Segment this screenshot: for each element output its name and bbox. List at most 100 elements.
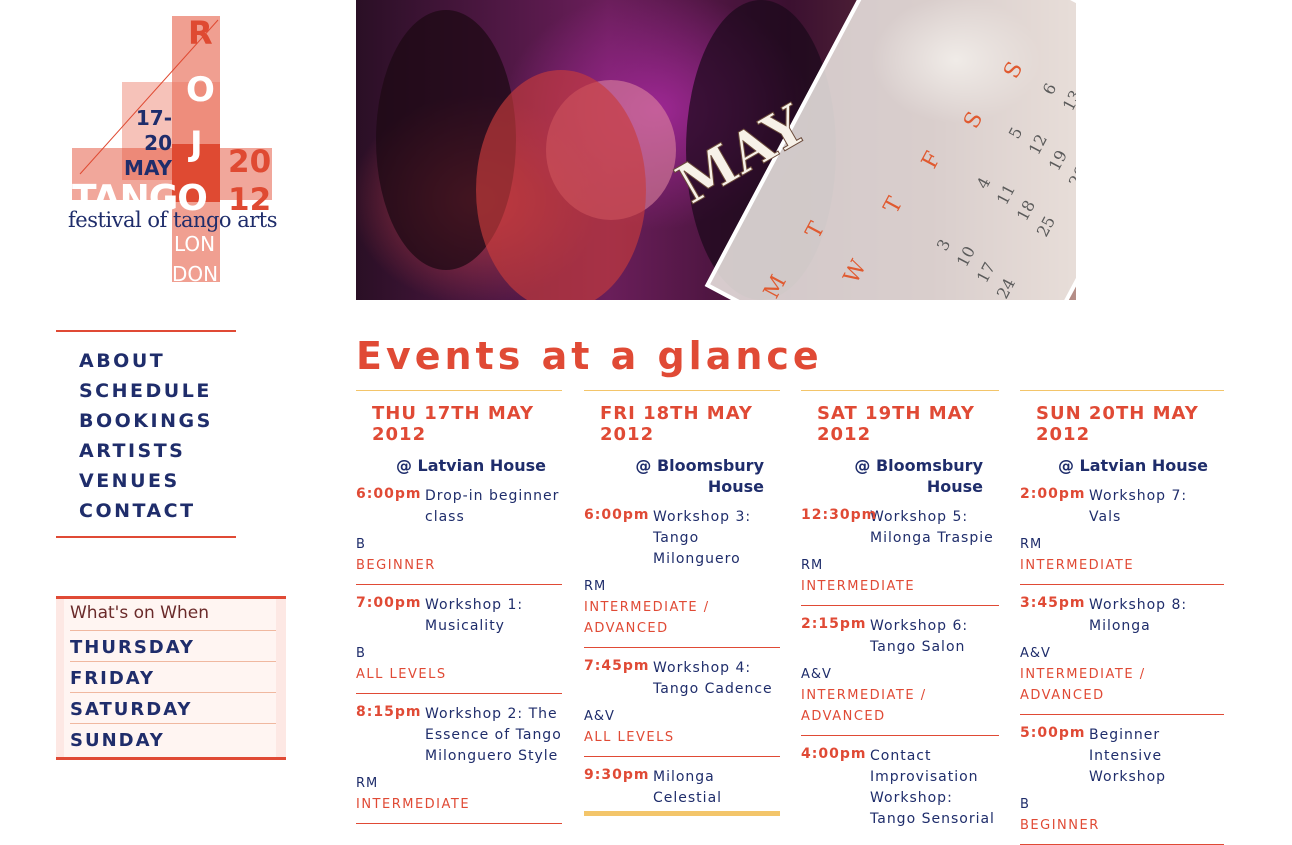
calendar-day-number: 3 — [933, 236, 955, 254]
event-item[interactable]: 7:00pm Workshop 1: Musicality B ALL LEVELS — [356, 585, 562, 694]
calendar-day-number: 18 — [1013, 197, 1039, 224]
event-item[interactable]: 2:00pm Workshop 7: Vals RM INTERMEDIATE — [1020, 476, 1224, 585]
event-day-column: FRI 18TH MAY 2012 @ Bloomsbury House 6:00p… — [584, 390, 780, 816]
event-time: 12:30pm — [801, 507, 878, 523]
calendar-day-number: 25 — [1033, 213, 1059, 240]
logo-city-part1: LON — [174, 232, 216, 256]
event-name: Workshop 3: Tango Milonguero — [653, 509, 752, 567]
whats-on-when-panel: What's on When THURSDAY FRIDAY SATURDAY … — [56, 596, 286, 760]
event-venue[interactable]: @ Bloomsbury House — [584, 455, 780, 497]
event-day-heading: SUN 20TH MAY 2012 — [1036, 403, 1199, 445]
event-time: 3:45pm — [1020, 595, 1086, 611]
nav-item-about[interactable]: ABOUT — [79, 346, 236, 376]
event-item[interactable]: 9:30pm Milonga Celestial — [584, 757, 780, 816]
event-venue[interactable]: @ Latvian House — [356, 455, 562, 476]
event-item[interactable]: 3:45pm Workshop 8: Milonga A&V INTERMEDIATE… — [1020, 585, 1224, 715]
svg-text:MAY: MAY — [666, 91, 818, 216]
event-name: Workshop 2: The Essence of Tango Milongu… — [425, 706, 562, 764]
event-day-column: SUN 20TH MAY 2012 @ Latvian House 2:00pm Wo… — [1020, 390, 1224, 845]
event-name: Contact Improvisation Workshop: Tango Se… — [870, 748, 995, 827]
event-level: INTERMEDIATE / ADVANCED — [801, 688, 927, 724]
calendar-day-number: 26 — [1065, 163, 1076, 190]
event-room: A&V — [801, 667, 832, 682]
whats-on-day-sunday[interactable]: SUNDAY — [70, 723, 276, 754]
whats-on-when-title: What's on When — [70, 603, 209, 623]
event-item[interactable]: 8:15pm Workshop 2: The Essence of Tango M… — [356, 694, 562, 824]
calendar-day-number: 5 — [1005, 124, 1027, 142]
calendar-weekday-letter: T — [879, 193, 908, 218]
nav-item-artists[interactable]: ARTISTS — [79, 436, 236, 466]
event-level: BEGINNER — [1020, 818, 1100, 833]
event-time: 6:00pm — [356, 486, 422, 502]
event-venue[interactable]: @ Latvian House — [1020, 455, 1224, 476]
event-venue[interactable]: @ Bloomsbury House — [801, 455, 999, 497]
event-level: INTERMEDIATE / ADVANCED — [1020, 667, 1146, 703]
nav-item-schedule[interactable]: SCHEDULE — [79, 376, 236, 406]
logo-subtitle: festival of tango arts — [68, 208, 278, 232]
whats-on-day-friday[interactable]: FRIDAY — [70, 661, 276, 692]
logo-letter-r: R — [188, 14, 213, 52]
event-day-heading: THU 17TH MAY 2012 — [372, 403, 535, 445]
calendar-day-number: 12 — [1025, 131, 1051, 158]
event-time: 6:00pm — [584, 507, 650, 523]
calendar-day-number: 19 — [1045, 147, 1071, 174]
event-room: B — [356, 537, 366, 552]
event-day-heading: FRI 18TH MAY 2012 — [600, 403, 753, 445]
event-room: B — [356, 646, 366, 661]
event-level: INTERMEDIATE — [356, 797, 471, 812]
event-room: A&V — [1020, 646, 1051, 661]
logo-letter-j: J — [190, 124, 203, 164]
event-name: Milonga Celestial — [653, 769, 723, 806]
hero-calendar-letters: MAY MTWTFSS 3101724411182551219266132027 — [665, 58, 1076, 300]
hero-photo: MAY MTWTFSS 3101724411182551219266132027 — [356, 0, 1076, 300]
event-level: INTERMEDIATE — [1020, 558, 1135, 573]
event-room: RM — [1020, 537, 1043, 552]
event-item[interactable]: 5:00pm Beginner Intensive Workshop B BEGINN… — [1020, 715, 1224, 845]
calendar-day-number: 11 — [993, 181, 1019, 208]
event-time: 7:00pm — [356, 595, 422, 611]
event-item[interactable]: 6:00pm Workshop 3: Tango Milonguero RM INTE… — [584, 497, 780, 648]
calendar-day-number: 6 — [1039, 80, 1061, 98]
nav-item-venues[interactable]: VENUES — [79, 466, 236, 496]
whats-on-day-saturday[interactable]: SATURDAY — [70, 692, 276, 723]
event-name: Beginner Intensive Workshop — [1089, 727, 1167, 785]
calendar-weekday-letter: M — [759, 271, 792, 300]
event-time: 2:00pm — [1020, 486, 1086, 502]
event-name: Workshop 6: Tango Salon — [870, 618, 969, 655]
event-room: RM — [584, 579, 607, 594]
event-name: Workshop 5: Milonga Traspie — [870, 509, 994, 546]
festival-logo[interactable]: R O J 17-20 MAY 20 12 TANGO festival of … — [68, 14, 280, 286]
nav-item-bookings[interactable]: BOOKINGS — [79, 406, 236, 436]
event-level: BEGINNER — [356, 558, 436, 573]
event-name: Workshop 7: Vals — [1089, 488, 1188, 525]
event-day-column: THU 17TH MAY 2012 @ Latvian House 6:00pm Dr… — [356, 390, 562, 824]
calendar-weekday-letter: S — [999, 58, 1028, 83]
calendar-day-number: 10 — [953, 243, 979, 270]
event-time: 9:30pm — [584, 767, 650, 783]
event-time: 8:15pm — [356, 704, 422, 720]
event-name: Workshop 4: Tango Cadence — [653, 660, 773, 697]
calendar-weekday-letter: W — [839, 256, 872, 288]
event-name: Workshop 8: Milonga — [1089, 597, 1188, 634]
event-time: 4:00pm — [801, 746, 867, 762]
event-time: 2:15pm — [801, 616, 867, 632]
event-level: ALL LEVELS — [356, 667, 447, 682]
event-level: ALL LEVELS — [584, 730, 675, 745]
logo-year-part1: 20 — [228, 144, 272, 180]
event-item[interactable]: 4:00pm Contact Improvisation Workshop: Ta… — [801, 736, 999, 839]
logo-dates-days: 17-20 — [135, 106, 172, 155]
event-room: A&V — [584, 709, 615, 724]
event-name: Workshop 1: Musicality — [425, 597, 524, 634]
event-item[interactable]: 2:15pm Workshop 6: Tango Salon A&V INTERMED… — [801, 606, 999, 736]
event-item[interactable]: 12:30pm Workshop 5: Milonga Traspie RM INTE… — [801, 497, 999, 606]
event-level: INTERMEDIATE — [801, 579, 916, 594]
event-item[interactable]: 6:00pm Drop-in beginner class B BEGINNER — [356, 476, 562, 585]
nav-item-contact[interactable]: CONTACT — [79, 496, 236, 526]
calendar-day-number: 24 — [993, 275, 1019, 300]
event-item[interactable]: 7:45pm Workshop 4: Tango Cadence A&V ALL LE… — [584, 648, 780, 757]
calendar-weekday-letter: S — [959, 108, 988, 133]
whats-on-day-thursday[interactable]: THURSDAY — [70, 630, 276, 661]
event-day-heading: SAT 19TH MAY 2012 — [817, 403, 975, 445]
event-room: RM — [801, 558, 824, 573]
calendar-weekday-letter: T — [801, 218, 830, 243]
